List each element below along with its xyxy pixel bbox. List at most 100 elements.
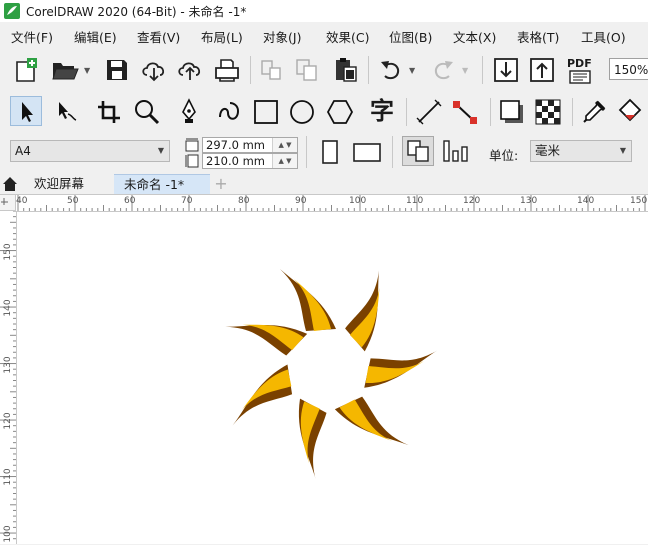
polygon-tool-icon[interactable] bbox=[326, 98, 354, 126]
height-spinner-arrows-icon[interactable]: ▲ ▼ bbox=[272, 154, 297, 168]
page-height-icon bbox=[185, 154, 199, 168]
connector-tool-icon[interactable] bbox=[450, 98, 480, 126]
toolbar-separator bbox=[572, 98, 573, 126]
cut-icon[interactable] bbox=[258, 58, 284, 82]
ruler-label: 70 bbox=[181, 196, 193, 206]
zoom-tool-icon[interactable] bbox=[132, 98, 162, 126]
all-pages-layout-button[interactable] bbox=[402, 136, 434, 166]
horizontal-ruler[interactable]: 40 50 60 70 80 90 100 110 120 130 140 15… bbox=[16, 195, 648, 212]
toolbox-bar: 字 bbox=[0, 92, 648, 133]
fill-bucket-icon[interactable] bbox=[616, 98, 644, 126]
menu-edit[interactable]: 编辑(E) bbox=[74, 27, 117, 46]
redo-dropdown-icon[interactable]: ▼ bbox=[462, 66, 468, 75]
open-dropdown-icon[interactable]: ▼ bbox=[84, 66, 90, 75]
toolbar-separator bbox=[490, 98, 491, 126]
tab-welcome-screen[interactable]: 欢迎屏幕 bbox=[22, 174, 110, 194]
toolbar-separator bbox=[406, 98, 407, 126]
menu-bar: 文件(F) 编辑(E) 查看(V) 布局(L) 对象(J) 效果(C) 位图(B… bbox=[0, 22, 648, 48]
tab-document[interactable]: 未命名 -1* bbox=[114, 174, 210, 194]
current-page-layout-icon[interactable] bbox=[440, 137, 470, 165]
cloud-download-icon[interactable] bbox=[140, 57, 168, 83]
drawing-canvas[interactable] bbox=[17, 212, 648, 544]
pen-tool-icon[interactable] bbox=[174, 97, 204, 127]
eyedropper-icon[interactable] bbox=[580, 98, 608, 126]
menu-object[interactable]: 对象(J) bbox=[263, 27, 301, 46]
page-height-input[interactable]: 210.0 mm ▲ ▼ bbox=[202, 153, 298, 169]
export-icon[interactable] bbox=[528, 56, 556, 84]
ruler-label: 130 bbox=[3, 356, 13, 374]
menu-effects[interactable]: 效果(C) bbox=[326, 27, 369, 46]
portrait-orientation-icon[interactable] bbox=[318, 139, 342, 165]
home-icon[interactable] bbox=[2, 176, 18, 192]
horizontal-ruler-ticks bbox=[17, 195, 646, 211]
standard-toolbar: ▼ ▼ ▼ PDF bbox=[0, 48, 648, 93]
ruler-label: 60 bbox=[124, 196, 136, 206]
ruler-label: 150 bbox=[3, 243, 13, 261]
menu-file[interactable]: 文件(F) bbox=[11, 27, 53, 46]
undo-dropdown-icon[interactable]: ▼ bbox=[409, 66, 415, 75]
transparency-icon[interactable] bbox=[534, 98, 562, 126]
menu-table[interactable]: 表格(T) bbox=[517, 27, 559, 46]
ruler-label: 80 bbox=[238, 196, 250, 206]
open-folder-icon[interactable] bbox=[50, 57, 80, 83]
paste-icon[interactable] bbox=[332, 56, 360, 84]
sun-ray-inner bbox=[300, 401, 320, 464]
pdf-document-icon bbox=[569, 70, 591, 84]
landscape-orientation-icon[interactable] bbox=[352, 141, 382, 163]
page-width-icon bbox=[185, 138, 199, 152]
import-icon[interactable] bbox=[492, 56, 520, 84]
text-tool-icon[interactable]: 字 bbox=[370, 97, 394, 125]
ellipse-tool-icon[interactable] bbox=[288, 98, 316, 126]
artistic-media-icon[interactable] bbox=[214, 97, 244, 127]
copy-icon[interactable] bbox=[294, 58, 320, 82]
vertical-ruler[interactable]: 150 140 130 120 110 100 bbox=[0, 211, 17, 544]
page-width-input[interactable]: 297.0 mm ▲ ▼ bbox=[202, 137, 298, 153]
units-value: 毫米 bbox=[535, 143, 561, 158]
all-pages-icon bbox=[407, 140, 429, 162]
menu-view[interactable]: 查看(V) bbox=[137, 27, 180, 46]
page-size-value: A4 bbox=[15, 144, 31, 158]
rectangle-tool-icon[interactable] bbox=[252, 98, 280, 126]
ruler-label: 140 bbox=[577, 196, 595, 206]
shape-tool-icon[interactable] bbox=[52, 98, 82, 126]
pointer-arrow-icon bbox=[22, 102, 33, 122]
sun-ray bbox=[280, 269, 336, 331]
toolbar-separator bbox=[250, 56, 251, 84]
ruler-label: 100 bbox=[349, 196, 367, 206]
add-tab-button[interactable]: + bbox=[210, 174, 232, 194]
new-document-icon[interactable] bbox=[12, 56, 40, 84]
sun-shape-drawing[interactable] bbox=[17, 212, 648, 544]
ruler-label: 140 bbox=[3, 299, 13, 317]
title-bar: CorelDRAW 2020 (64-Bit) - 未命名 -1* bbox=[0, 0, 648, 22]
redo-icon[interactable] bbox=[430, 58, 456, 82]
width-spinner-arrows-icon[interactable]: ▲ ▼ bbox=[272, 138, 297, 152]
menu-text[interactable]: 文本(X) bbox=[453, 27, 496, 46]
sun-ray-inner bbox=[365, 361, 424, 383]
crop-tool-icon[interactable] bbox=[94, 98, 124, 126]
sun-ray bbox=[232, 364, 293, 426]
pick-tool-button[interactable] bbox=[10, 96, 42, 126]
page-height-value: 210.0 mm bbox=[206, 154, 265, 168]
undo-icon[interactable] bbox=[378, 58, 404, 82]
drop-shadow-icon[interactable] bbox=[498, 98, 526, 126]
menu-tools[interactable]: 工具(O) bbox=[581, 27, 626, 46]
publish-pdf-button[interactable]: PDF bbox=[566, 56, 596, 86]
ruler-label: 100 bbox=[3, 525, 13, 543]
units-select[interactable]: 毫米 ▼ bbox=[530, 140, 632, 162]
zoom-level-field[interactable]: 150% bbox=[609, 58, 648, 80]
ruler-label: 40 bbox=[16, 196, 28, 206]
ruler-label: 120 bbox=[463, 196, 481, 206]
pdf-label: PDF bbox=[567, 57, 592, 70]
menu-layout[interactable]: 布局(L) bbox=[201, 27, 243, 46]
dimension-tool-icon[interactable] bbox=[414, 98, 444, 126]
save-icon[interactable] bbox=[104, 57, 130, 83]
ruler-origin[interactable] bbox=[0, 195, 16, 211]
sun-center bbox=[292, 337, 366, 403]
chevron-down-icon: ▼ bbox=[157, 146, 164, 155]
page-size-select[interactable]: A4 ▼ bbox=[10, 140, 170, 162]
cloud-upload-icon[interactable] bbox=[176, 57, 204, 83]
toolbar-separator bbox=[306, 136, 307, 168]
menu-bitmaps[interactable]: 位图(B) bbox=[389, 27, 432, 46]
print-icon[interactable] bbox=[213, 57, 241, 83]
sun-ray bbox=[225, 324, 308, 356]
